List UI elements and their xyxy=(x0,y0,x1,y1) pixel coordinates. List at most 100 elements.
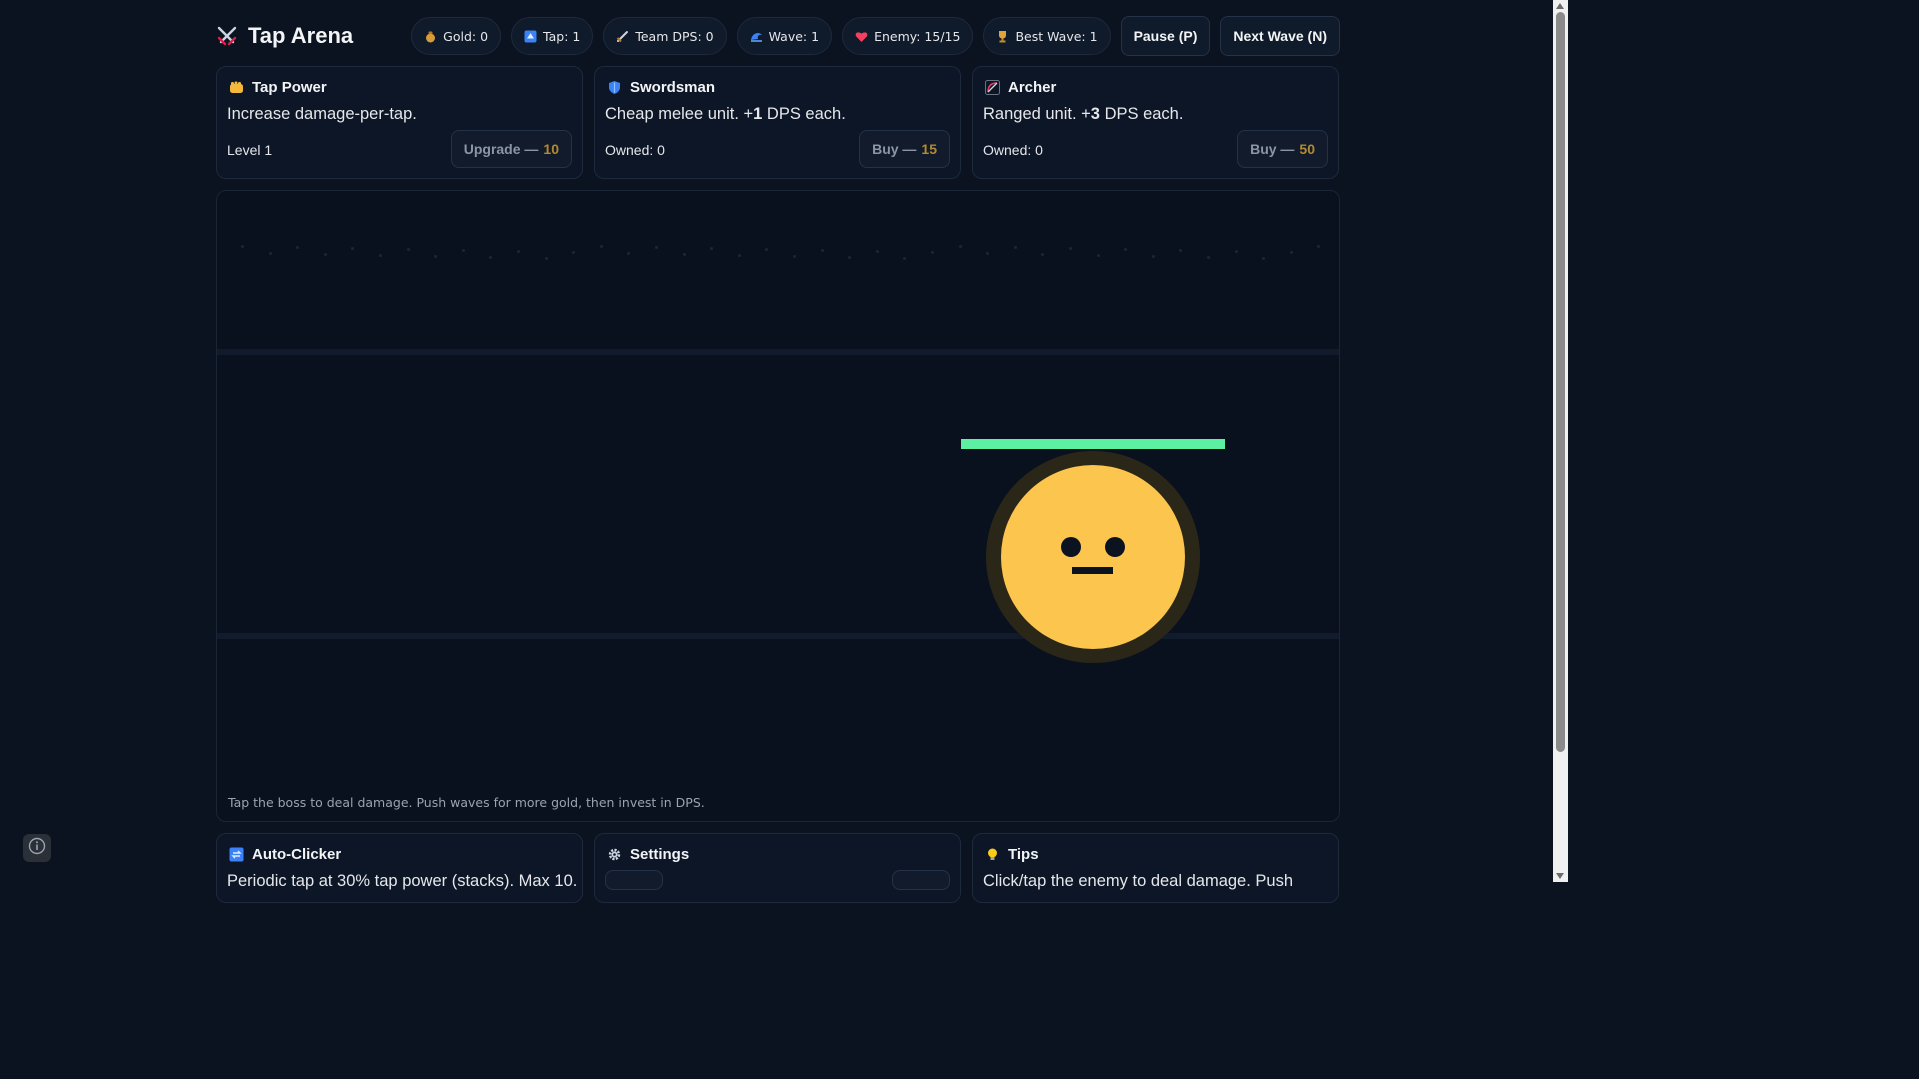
bow-icon xyxy=(985,80,1000,95)
card-description: Periodic tap at 30% tap power (stacks). … xyxy=(227,872,578,890)
background-dot xyxy=(1289,251,1293,254)
shop-card-tap-power: Tap Power Increase damage-per-tap. Level… xyxy=(216,66,583,179)
background-dot xyxy=(1041,253,1045,256)
card-title-text: Tap Power xyxy=(252,79,327,96)
shop-card-archer: Archer Ranged unit. +3 DPS each. Owned: … xyxy=(972,66,1339,179)
header: Tap Arena Gold: 0 Tap: 1 Team DPS: 0 Wav… xyxy=(216,16,1340,56)
gear-icon xyxy=(607,847,622,862)
card-title-text: Settings xyxy=(630,846,690,863)
scroll-up-arrow-icon[interactable] xyxy=(1556,3,1564,9)
background-dot xyxy=(1151,255,1155,258)
card-description: Cheap melee unit. +1 DPS each. xyxy=(605,105,846,124)
desc-value: 3 xyxy=(1090,105,1100,123)
background-dot xyxy=(765,248,769,251)
team-dps-stat: Team DPS: 0 xyxy=(603,17,727,55)
card-title: Tap Power xyxy=(229,79,327,96)
buy-archer-button[interactable]: Buy — 50 xyxy=(1237,130,1328,168)
gold-value: Gold: 0 xyxy=(443,28,489,44)
desc-prefix: Cheap melee unit. + xyxy=(605,105,754,123)
info-button[interactable] xyxy=(23,834,51,862)
next-wave-button[interactable]: Next Wave (N) xyxy=(1220,16,1340,56)
tap-arrow-icon xyxy=(524,30,537,43)
shield-icon xyxy=(607,80,622,95)
best-wave-value: Best Wave: 1 xyxy=(1015,28,1098,44)
button-label: Upgrade — xyxy=(463,141,539,157)
background-dot xyxy=(434,255,438,258)
tap-value: Tap: 1 xyxy=(543,28,581,44)
card-title: Swordsman xyxy=(607,79,715,96)
crossed-swords-icon xyxy=(216,25,238,47)
shop-card-swordsman: Swordsman Cheap melee unit. +1 DPS each.… xyxy=(594,66,961,179)
background-dot xyxy=(461,249,465,252)
trophy-icon xyxy=(996,30,1009,43)
cost-value: 50 xyxy=(1299,141,1315,157)
desc-prefix: Ranged unit. + xyxy=(983,105,1091,123)
background-dot xyxy=(1096,254,1100,257)
background-dot xyxy=(517,250,520,253)
background-dot xyxy=(875,250,879,253)
settings-card: Settings xyxy=(594,833,961,903)
arena-hint: Tap the boss to deal damage. Push waves … xyxy=(228,795,705,810)
page: Tap Arena Gold: 0 Tap: 1 Team DPS: 0 Wav… xyxy=(0,0,1568,903)
settings-control-left[interactable] xyxy=(605,870,663,890)
lane-divider-bottom xyxy=(217,633,1339,639)
background-dot xyxy=(1013,246,1017,249)
enemy-value: Enemy: 15/15 xyxy=(874,28,961,44)
card-title-text: Archer xyxy=(1008,79,1057,96)
stats-bar: Gold: 0 Tap: 1 Team DPS: 0 Wave: 1 Enemy… xyxy=(411,16,1340,56)
boss-enemy[interactable] xyxy=(1001,465,1185,649)
game-arena[interactable]: Tap the boss to deal damage. Push waves … xyxy=(216,190,1340,822)
tap-stat: Tap: 1 xyxy=(511,17,594,55)
team-dps-value: Team DPS: 0 xyxy=(635,28,714,44)
background-dot xyxy=(931,251,934,254)
pause-button[interactable]: Pause (P) xyxy=(1120,16,1211,56)
background-dot xyxy=(1069,247,1072,250)
background-dot xyxy=(1234,250,1238,253)
background-dot xyxy=(1207,256,1210,259)
background-dot xyxy=(406,248,410,251)
card-title: Tips xyxy=(985,846,1039,863)
background-dot xyxy=(627,252,631,255)
card-title-text: Swordsman xyxy=(630,79,716,96)
background-dot xyxy=(296,246,300,249)
scroll-down-arrow-icon[interactable] xyxy=(1556,873,1564,879)
card-description: Ranged unit. +3 DPS each. xyxy=(983,105,1183,124)
upgrade-tap-power-button[interactable]: Upgrade — 10 xyxy=(450,130,572,168)
background-dot xyxy=(682,253,686,256)
desc-suffix: DPS each. xyxy=(1099,105,1184,123)
card-description: Increase damage-per-tap. xyxy=(227,105,417,123)
money-bag-icon xyxy=(424,30,437,43)
settings-control-right[interactable] xyxy=(892,870,950,890)
background-dot xyxy=(1124,248,1128,251)
boss-left-eye xyxy=(1061,537,1081,557)
enemy-health-bar xyxy=(961,439,1225,449)
background-dot xyxy=(599,245,603,248)
dagger-icon xyxy=(616,30,629,43)
background-dot xyxy=(1262,257,1266,260)
background-dot xyxy=(903,257,907,260)
heart-icon xyxy=(855,30,868,43)
card-level: Level 1 xyxy=(227,142,273,158)
cost-value: 15 xyxy=(921,141,937,157)
boss-mouth xyxy=(1072,567,1113,574)
background-dot xyxy=(379,254,382,257)
background-dot xyxy=(986,252,990,255)
button-label: Buy — xyxy=(1250,141,1295,157)
buy-swordsman-button[interactable]: Buy — 15 xyxy=(859,130,950,168)
background-dot xyxy=(241,245,244,248)
background-dot xyxy=(268,252,272,255)
card-title-text: Auto-Clicker xyxy=(252,846,342,863)
background-dot xyxy=(958,245,962,248)
scrollbar-thumb[interactable] xyxy=(1556,12,1565,752)
gold-stat: Gold: 0 xyxy=(411,17,502,55)
enemy-stat: Enemy: 15/15 xyxy=(842,17,974,55)
background-dot xyxy=(655,246,658,249)
background-dot xyxy=(1179,249,1183,252)
background-dot xyxy=(848,256,852,259)
brand: Tap Arena xyxy=(216,23,353,49)
background-dot xyxy=(793,255,796,258)
wave-value: Wave: 1 xyxy=(768,28,820,44)
page-scrollbar[interactable] xyxy=(1553,0,1568,882)
lane-divider-top xyxy=(217,349,1339,355)
background-dot xyxy=(544,257,548,260)
